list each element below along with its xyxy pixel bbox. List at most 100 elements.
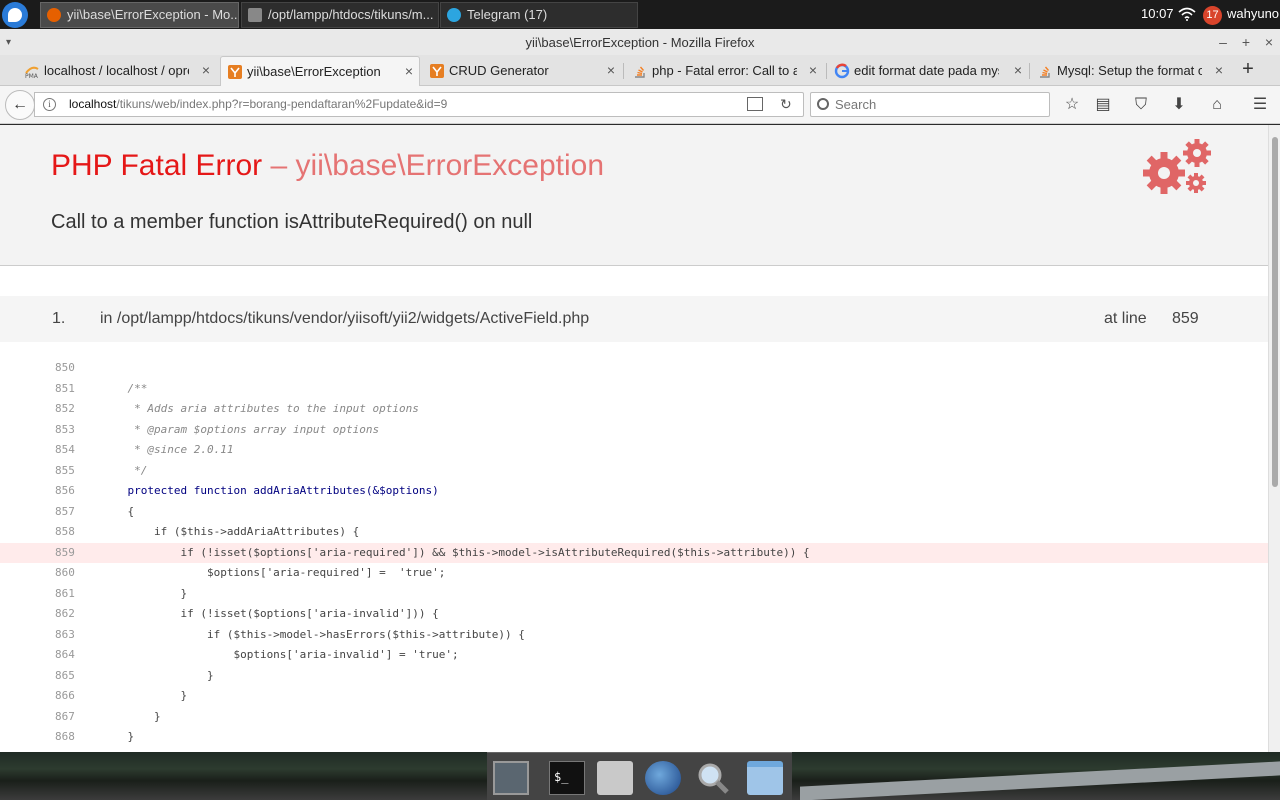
minimize-button[interactable]: – xyxy=(1213,29,1233,56)
code-line: 852 * Adds aria attributes to the input … xyxy=(0,399,1268,420)
trace-at-label: at line xyxy=(1104,310,1147,327)
code-line: 866 } xyxy=(0,686,1268,707)
close-window-button[interactable]: × xyxy=(1259,29,1279,56)
file-manager-icon xyxy=(248,8,262,22)
call-stack-item-header[interactable]: 1. in /opt/lampp/htdocs/tikuns/vendor/yi… xyxy=(0,296,1268,342)
bookmark-star-icon[interactable]: ☆ xyxy=(1061,94,1083,116)
code-line: 851 /** xyxy=(0,379,1268,400)
code-line: 861 } xyxy=(0,584,1268,605)
terminal-icon[interactable]: $_ xyxy=(549,761,585,795)
error-header: PHP Fatal Error – yii\base\ErrorExceptio… xyxy=(0,125,1268,266)
close-tab-icon[interactable]: × xyxy=(607,56,615,85)
dock: $_ xyxy=(487,752,792,800)
svg-text:PMA: PMA xyxy=(25,73,39,79)
code-line: 867 } xyxy=(0,707,1268,728)
code-text: } xyxy=(101,689,188,702)
line-number: 852 xyxy=(55,402,75,415)
url-path: /tikuns/web/index.php?r=borang-pendaftar… xyxy=(116,97,448,111)
phpmyadmin-icon: PMA xyxy=(25,66,39,79)
code-listing: 850 851 /** 852 * Adds aria attributes to … xyxy=(0,358,1268,748)
folder-icon[interactable] xyxy=(747,761,783,795)
site-info-icon[interactable]: i xyxy=(43,98,56,111)
close-tab-icon[interactable]: × xyxy=(202,56,210,85)
code-line: 853 * @param $options array input option… xyxy=(0,420,1268,441)
user-name[interactable]: wahyuno xyxy=(1227,6,1279,21)
code-line: 862 if (!isset($options['aria-invalid'])… xyxy=(0,604,1268,625)
taskbar-item-firefox[interactable]: yii\base\ErrorException - Mo... xyxy=(40,2,239,28)
line-number: 851 xyxy=(55,381,75,395)
line-number: 865 xyxy=(55,668,75,682)
code-text: if (!isset($options['aria-required']) &&… xyxy=(101,545,810,559)
reload-icon[interactable]: ↻ xyxy=(780,93,792,116)
line-number: 862 xyxy=(55,607,75,620)
code-text: if ($this->model->hasErrors($this->attri… xyxy=(101,627,525,641)
taskbar-item-label: yii\base\ErrorException - Mo... xyxy=(67,7,239,22)
code-line: 855 */ xyxy=(0,461,1268,482)
line-number: 861 xyxy=(55,586,75,600)
tab-google-search[interactable]: edit format date pada mys × xyxy=(828,56,1028,86)
line-number: 854 xyxy=(55,443,75,456)
taskbar-item-label: Telegram (17) xyxy=(467,7,548,22)
code-text: if ($this->addAriaAttributes) { xyxy=(101,525,360,538)
code-text: * @since 2.0.11 xyxy=(101,443,234,456)
home-folder-icon[interactable] xyxy=(597,761,633,795)
taskbar-item-files[interactable]: /opt/lampp/htdocs/tikuns/m... xyxy=(241,2,439,28)
code-line: 864 $options['aria-invalid'] = 'true'; xyxy=(0,645,1268,666)
search-input[interactable]: Search xyxy=(810,92,1050,117)
trace-line-number: 859 xyxy=(1172,310,1199,327)
tab-stackoverflow-mysql[interactable]: Mysql: Setup the format of × xyxy=(1031,56,1229,86)
tab-crud-generator[interactable]: CRUD Generator × xyxy=(423,56,621,86)
scrollbar-thumb[interactable] xyxy=(1272,137,1278,487)
url-bar[interactable]: i localhost/tikuns/web/index.php?r=boran… xyxy=(34,92,804,117)
line-number: 860 xyxy=(55,566,75,579)
close-tab-icon[interactable]: × xyxy=(405,57,413,86)
back-button[interactable]: ← xyxy=(5,90,35,120)
taskbar-item-telegram[interactable]: Telegram (17) xyxy=(440,2,638,28)
show-desktop-icon[interactable] xyxy=(493,761,529,795)
reader-view-icon[interactable] xyxy=(747,97,763,111)
tab-phpmyadmin[interactable]: PMA localhost / localhost / opre × xyxy=(18,56,216,86)
app-menu-icon[interactable] xyxy=(2,2,28,28)
wifi-icon[interactable] xyxy=(1178,7,1196,21)
trace-number: 1. xyxy=(52,310,66,327)
error-dash: – xyxy=(262,149,296,182)
tab-separator xyxy=(623,63,624,79)
error-class: yii\base\ErrorException xyxy=(295,149,604,182)
code-text: { xyxy=(101,504,135,518)
window-menu-icon[interactable]: ▾ xyxy=(6,29,11,56)
line-number: 850 xyxy=(55,361,75,374)
firefox-icon xyxy=(47,8,61,22)
code-text: $options['aria-required'] = 'true'; xyxy=(101,566,446,579)
url-host: localhost xyxy=(69,97,117,111)
home-icon[interactable]: ⌂ xyxy=(1206,94,1228,116)
clock[interactable]: 10:07 xyxy=(1141,6,1174,21)
menu-hamburger-icon[interactable]: ☰ xyxy=(1249,94,1271,116)
notification-badge[interactable]: 17 xyxy=(1203,6,1222,25)
code-text: } xyxy=(101,730,135,743)
page-content: PHP Fatal Error – yii\base\ErrorExceptio… xyxy=(0,125,1268,752)
close-tab-icon[interactable]: × xyxy=(1014,56,1022,85)
web-browser-icon[interactable] xyxy=(645,761,681,795)
window-titlebar: ▾ yii\base\ErrorException - Mozilla Fire… xyxy=(0,29,1280,55)
line-number: 853 xyxy=(55,422,75,436)
bookmarks-library-icon[interactable]: ▤ xyxy=(1092,94,1114,116)
maximize-button[interactable]: + xyxy=(1236,29,1256,56)
close-tab-icon[interactable]: × xyxy=(809,56,817,85)
code-line: 856 protected function addAriaAttributes… xyxy=(0,481,1268,502)
new-tab-button[interactable]: + xyxy=(1237,59,1259,81)
code-line: 865 } xyxy=(0,666,1268,687)
downloads-icon[interactable]: ⬇ xyxy=(1168,94,1190,116)
code-text: } xyxy=(101,586,188,600)
tab-error-exception[interactable]: yii\base\ErrorException × xyxy=(220,56,420,86)
trace-file-path: in /opt/lampp/htdocs/tikuns/vendor/yiiso… xyxy=(100,310,590,327)
stackoverflow-icon xyxy=(1040,66,1050,78)
tab-stackoverflow-php[interactable]: php - Fatal error: Call to a × xyxy=(626,56,823,86)
code-text: /** xyxy=(101,381,148,395)
code-text: $options['aria-invalid'] = 'true'; xyxy=(101,648,459,661)
code-text: protected function addAriaAttributes(&$o… xyxy=(101,484,439,497)
page-scrollbar[interactable] xyxy=(1268,125,1280,752)
pocket-icon[interactable]: ⛉ xyxy=(1130,94,1152,116)
close-tab-icon[interactable]: × xyxy=(1215,56,1223,85)
line-number: 857 xyxy=(55,504,75,518)
app-finder-icon[interactable] xyxy=(695,761,731,795)
